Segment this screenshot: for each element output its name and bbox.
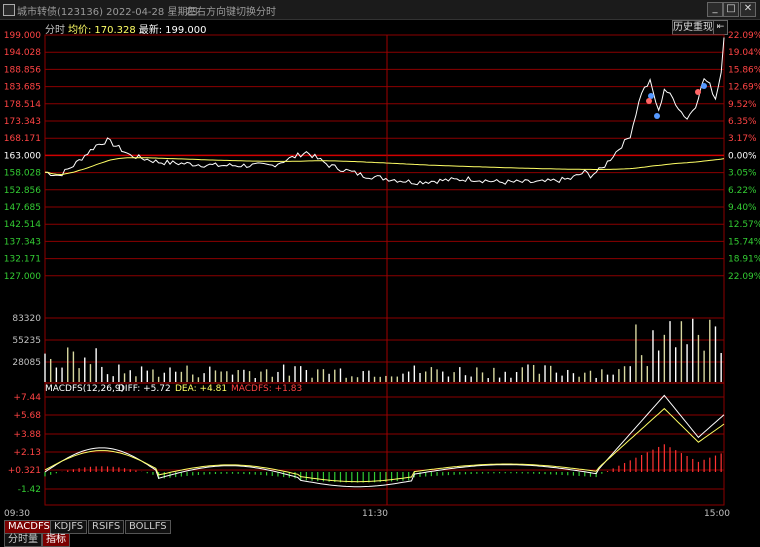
tab-volume[interactable]: 分时量 — [4, 533, 42, 547]
percent-axis-right: 22.09% 19.04% 15.86% 12.69% 9.52% 6.35% 3.17% 0… — [728, 31, 760, 282]
price-tick-label: 173.343 — [4, 117, 41, 127]
macd-name: MACDFS(12,26,9) — [45, 384, 124, 394]
volume-bars — [44, 318, 722, 382]
macd-tick-label: +2.13 — [13, 448, 41, 458]
price-tick-label: 137.343 — [4, 237, 41, 247]
tab-macdfs[interactable]: MACDFS — [4, 520, 54, 534]
trade-marker — [654, 113, 660, 119]
percent-tick-label: 18.91% — [728, 255, 760, 265]
price-tick-label: 183.685 — [4, 83, 41, 93]
percent-tick-label: 12.57% — [728, 220, 760, 230]
trade-marker — [646, 98, 652, 104]
macd-tick-label: +0.321 — [8, 466, 41, 476]
macd-tick-label: +3.88 — [13, 430, 41, 440]
percent-tick-label: 15.74% — [728, 237, 760, 247]
tab-bollfs[interactable]: BOLLFS — [125, 520, 171, 534]
price-tick-label: 199.000 — [4, 31, 41, 41]
price-tick-label: 127.000 — [4, 272, 41, 282]
macd-value-label: MACDFS: +1.83 — [231, 384, 302, 394]
macd-axis: +7.44 +5.68 +3.88 +2.13 +0.321 -1.42 — [8, 393, 42, 495]
time-label-noon: 11:30 — [362, 509, 388, 519]
volume-tick-label: 28085 — [12, 358, 41, 368]
percent-tick-label: 22.09% — [728, 31, 760, 41]
tab-rsifs[interactable]: RSIFS — [88, 520, 125, 534]
percent-tick-label: 6.22% — [728, 186, 757, 196]
volume-axis: 83320 55235 28085 — [12, 314, 41, 368]
percent-tick-label: 15.86% — [728, 65, 760, 75]
percent-tick-label: 12.69% — [728, 83, 760, 93]
trade-marker — [695, 89, 701, 95]
average-price-line — [44, 157, 725, 176]
trade-marker — [701, 83, 707, 89]
percent-tick-label: 6.35% — [728, 117, 757, 127]
macd-diff-label: DIFF: +5.72 — [118, 384, 171, 394]
percent-tick-label: 3.17% — [728, 134, 757, 144]
percent-tick-label: 9.52% — [728, 100, 757, 110]
macd-dea-line — [44, 407, 725, 483]
percent-tick-label: 19.04% — [728, 48, 760, 58]
percent-tick-label: 9.40% — [728, 203, 757, 213]
price-tick-label: 142.514 — [4, 220, 41, 230]
price-tick-label: 168.171 — [4, 134, 41, 144]
percent-tick-label: 0.00% — [728, 151, 757, 161]
volume-tick-label: 83320 — [12, 314, 41, 324]
macd-dea-label: DEA: +4.81 — [175, 384, 227, 394]
time-label-open: 09:30 — [4, 509, 30, 519]
macd-tick-label: -1.42 — [18, 485, 41, 495]
macd-tick-label: +5.68 — [13, 411, 41, 421]
tab-kdjfs[interactable]: KDJFS — [50, 520, 88, 534]
price-tick-label: 163.000 — [4, 151, 41, 161]
chart-grid — [44, 34, 725, 506]
price-tick-label: 194.028 — [4, 48, 41, 58]
price-tick-label: 132.171 — [4, 255, 41, 265]
price-tick-label: 188.856 — [4, 65, 41, 75]
price-axis-left: 199.000 194.028 188.856 183.685 178.514 173.3… — [4, 31, 41, 282]
intraday-chart[interactable]: 199.000 194.028 188.856 183.685 178.514 173.3… — [0, 0, 760, 520]
price-tick-label: 152.856 — [4, 186, 41, 196]
tab-indicator[interactable]: 指标 — [42, 533, 70, 547]
time-label-close: 15:00 — [704, 509, 730, 519]
volume-tick-label: 55235 — [12, 336, 41, 346]
macd-tick-label: +7.44 — [13, 393, 41, 403]
price-tick-label: 158.028 — [4, 169, 41, 179]
percent-tick-label: 3.05% — [728, 169, 757, 179]
price-tick-label: 178.514 — [4, 100, 41, 110]
price-tick-label: 147.685 — [4, 203, 41, 213]
percent-tick-label: 22.09% — [728, 272, 760, 282]
